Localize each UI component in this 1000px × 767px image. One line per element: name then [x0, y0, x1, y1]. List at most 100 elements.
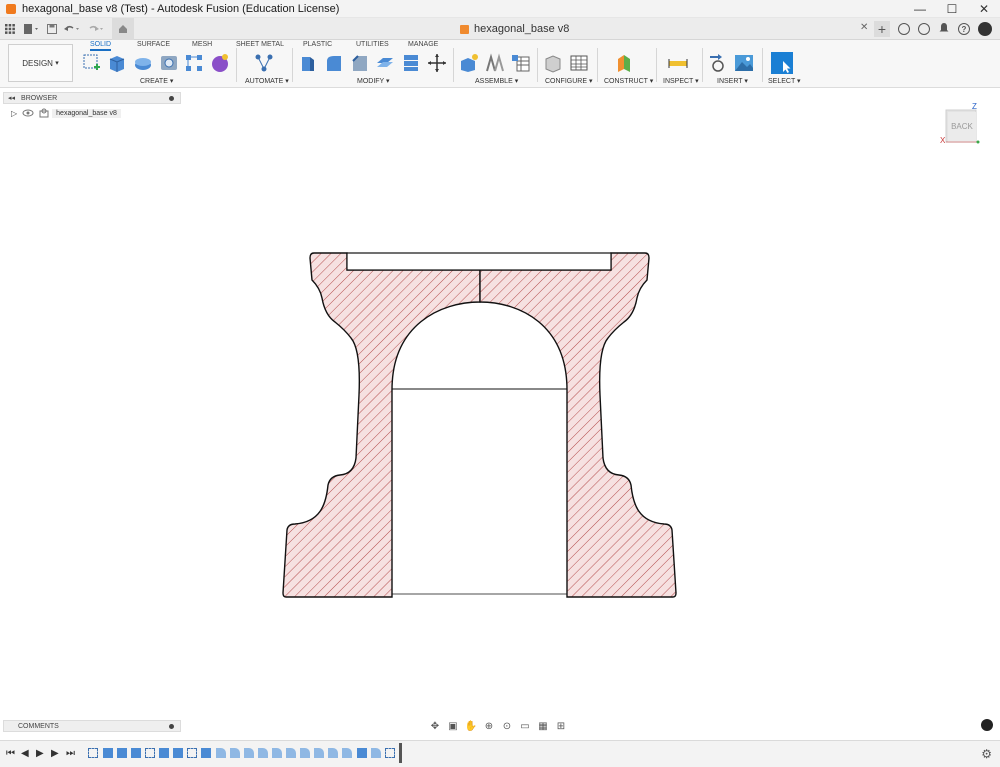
look-at-icon[interactable]: ▣ — [446, 720, 460, 732]
canvas-viewport[interactable] — [0, 88, 1000, 718]
timeline-extrude-icon[interactable] — [201, 748, 211, 758]
timeline-sketch-icon[interactable] — [145, 748, 155, 758]
tab-solid[interactable]: SOLID — [90, 41, 112, 51]
joint-icon[interactable] — [485, 53, 505, 73]
document-tab[interactable]: hexagonal_base v8 — [460, 18, 569, 40]
home-icon[interactable] — [112, 17, 134, 40]
group-construct-label[interactable]: CONSTRUCT ▾ — [604, 77, 653, 85]
move-icon[interactable] — [427, 53, 447, 73]
viewcube[interactable]: Z BACK X — [940, 102, 985, 155]
timeline-extrude-icon[interactable] — [159, 748, 169, 758]
visibility-eye-icon[interactable] — [22, 109, 34, 117]
measure-icon[interactable] — [668, 53, 688, 73]
timeline-fillet-icon[interactable] — [328, 748, 338, 758]
group-select-label[interactable]: SELECT ▾ — [768, 77, 801, 85]
timeline-fillet-icon[interactable] — [272, 748, 282, 758]
extensions-icon[interactable] — [898, 23, 910, 35]
file-menu-icon[interactable] — [20, 18, 44, 40]
orbit-icon[interactable]: ✥ — [428, 720, 442, 732]
expand-arrow-icon[interactable]: ▷ — [11, 109, 17, 118]
timeline-sketch-icon[interactable] — [187, 748, 197, 758]
timeline-fillet-icon[interactable] — [314, 748, 324, 758]
close-window-button[interactable]: ✕ — [968, 0, 1000, 18]
group-automate-label[interactable]: AUTOMATE ▾ — [245, 77, 289, 85]
timeline-previous-icon[interactable]: ◀ — [21, 748, 29, 759]
pattern-icon[interactable] — [184, 53, 204, 73]
timeline-fillet-icon[interactable] — [371, 748, 381, 758]
workspace-switcher[interactable]: DESIGN ▾ — [8, 44, 73, 82]
timeline-extrude-icon[interactable] — [117, 748, 127, 758]
group-inspect-label[interactable]: INSPECT ▾ — [663, 77, 699, 85]
tab-mesh[interactable]: MESH — [192, 41, 212, 48]
timeline-extrude-icon[interactable] — [357, 748, 367, 758]
viewports-icon[interactable]: ⊞ — [554, 720, 568, 732]
timeline-sketch-icon[interactable] — [385, 748, 395, 758]
zoom-icon[interactable]: ⊙ — [500, 720, 514, 732]
automate-icon[interactable] — [254, 53, 274, 73]
timeline-play-icon[interactable]: ▶ — [36, 748, 44, 759]
insert-derive-icon[interactable] — [708, 53, 728, 73]
pan-icon[interactable]: ✋ — [464, 720, 478, 732]
form-icon[interactable] — [210, 53, 230, 73]
configure-icon[interactable] — [543, 53, 563, 73]
configuration-table-icon[interactable] — [569, 53, 589, 73]
tab-manage[interactable]: MANAGE — [408, 41, 438, 48]
timeline-extrude-icon[interactable] — [131, 748, 141, 758]
extrude-icon[interactable] — [107, 53, 127, 73]
comments-add-icon[interactable] — [169, 724, 174, 729]
minimize-button[interactable]: — — [904, 0, 936, 18]
undo-icon[interactable] — [60, 18, 84, 40]
chamfer-icon[interactable] — [350, 53, 370, 73]
grid-settings-icon[interactable]: ▦ — [536, 720, 550, 732]
ai-assistant-icon[interactable] — [981, 719, 993, 731]
maximize-button[interactable]: ☐ — [936, 0, 968, 18]
new-tab-button[interactable]: + — [873, 21, 890, 37]
pin-icon[interactable] — [169, 96, 174, 101]
collapse-icon[interactable]: ◂◂ — [8, 94, 15, 102]
insert-canvas-icon[interactable] — [734, 53, 754, 73]
timeline-extrude-icon[interactable] — [103, 748, 113, 758]
timeline-marker[interactable] — [399, 743, 402, 763]
timeline-fillet-icon[interactable] — [258, 748, 268, 758]
timeline-fillet-icon[interactable] — [286, 748, 296, 758]
group-assemble-label[interactable]: ASSEMBLE ▾ — [475, 77, 518, 85]
browser-header[interactable]: ◂◂ BROWSER — [3, 92, 181, 104]
job-status-icon[interactable] — [918, 23, 930, 35]
timeline-fillet-icon[interactable] — [342, 748, 352, 758]
group-configure-label[interactable]: CONFIGURE ▾ — [545, 77, 592, 85]
notifications-icon[interactable] — [938, 22, 950, 37]
timeline-fillet-icon[interactable] — [230, 748, 240, 758]
timeline-settings-icon[interactable]: ⚙ — [981, 747, 992, 761]
hole-icon[interactable] — [159, 53, 179, 73]
new-component-icon[interactable] — [459, 53, 479, 73]
redo-icon[interactable] — [84, 18, 108, 40]
help-icon[interactable]: ? — [958, 23, 970, 35]
browser-item[interactable]: ▷ hexagonal_base v8 — [3, 106, 181, 120]
select-icon[interactable] — [771, 52, 793, 74]
tab-plastic[interactable]: PLASTIC — [303, 41, 332, 48]
display-settings-icon[interactable]: ▭ — [518, 720, 532, 732]
document-settings-icon[interactable] — [39, 108, 49, 118]
tab-utilities[interactable]: UTILITIES — [356, 41, 389, 48]
timeline-last-icon[interactable]: ⏭ — [66, 748, 75, 759]
timeline-extrude-icon[interactable] — [173, 748, 183, 758]
save-icon[interactable] — [44, 18, 60, 40]
shell-icon[interactable] — [375, 53, 395, 73]
zoom-window-icon[interactable]: ⊕ — [482, 720, 496, 732]
timeline-sketch-icon[interactable] — [88, 748, 98, 758]
offset-plane-icon[interactable] — [614, 53, 634, 73]
create-sketch-icon[interactable] — [82, 53, 102, 73]
timeline-fillet-icon[interactable] — [300, 748, 310, 758]
group-create-label[interactable]: CREATE ▾ — [140, 77, 173, 85]
timeline-next-icon[interactable]: ▶ — [51, 748, 59, 759]
comments-panel[interactable]: COMMENTS — [3, 720, 181, 732]
timeline-first-icon[interactable]: ⏮ — [6, 748, 15, 759]
timeline-fillet-icon[interactable] — [216, 748, 226, 758]
press-pull-icon[interactable] — [298, 53, 318, 73]
timeline-fillet-icon[interactable] — [244, 748, 254, 758]
fillet-icon[interactable] — [324, 53, 344, 73]
combine-icon[interactable] — [401, 53, 421, 73]
tab-surface[interactable]: SURFACE — [137, 41, 170, 48]
group-modify-label[interactable]: MODIFY ▾ — [357, 77, 390, 85]
user-avatar[interactable] — [978, 22, 992, 36]
